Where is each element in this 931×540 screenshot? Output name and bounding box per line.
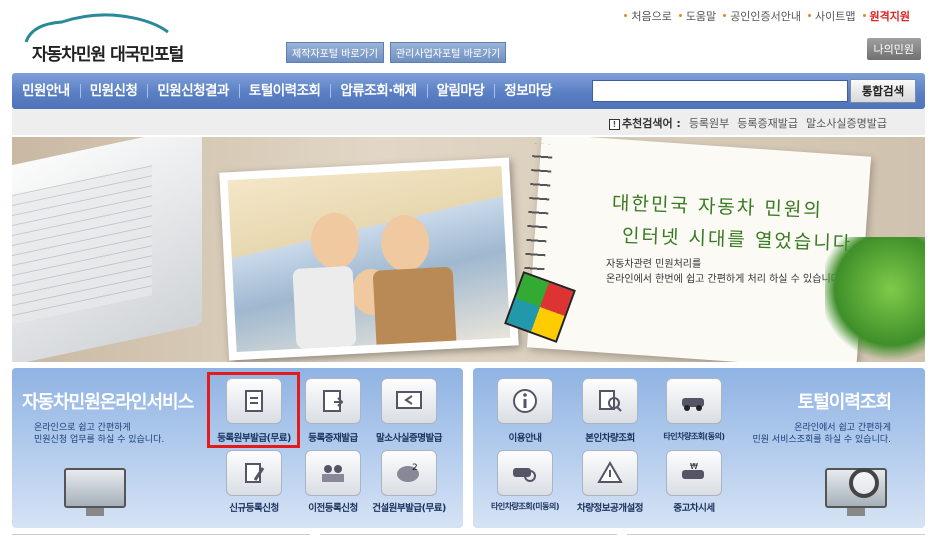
certificate-icon[interactable] xyxy=(381,378,437,424)
online-service-title: 자동차민원온라인서비스 xyxy=(22,392,194,413)
search-button[interactable]: 통합검색 xyxy=(850,79,916,103)
total-history-title: 토털이력조회 xyxy=(797,392,892,413)
tile-label[interactable]: 이전등록신청 xyxy=(308,500,358,514)
warning-icon[interactable] xyxy=(582,450,638,496)
tile-label[interactable]: 차량정보공개설정 xyxy=(577,500,643,514)
monitor-icon xyxy=(64,468,126,516)
top-link-home[interactable]: 처음으로 xyxy=(624,8,678,24)
top-link-sitemap[interactable]: 사이트맵 xyxy=(808,8,862,24)
main-banner: 대한민국 자동차 민원의 인터넷 시대를 열었습니다. 자동차관련 민원처리를 … xyxy=(12,137,925,362)
nav-civil-apply[interactable]: 민원신청 xyxy=(79,73,148,109)
online-service-desc-2: 민원신청 업무를 하실 수 있습니다. xyxy=(34,435,165,445)
maker-portal-button[interactable]: 제작자포털 바로가기 xyxy=(286,42,384,63)
search-input[interactable] xyxy=(592,80,848,102)
recommended-label: 추천검색어 : xyxy=(621,117,681,130)
nav-notice[interactable]: 알림마당 xyxy=(426,73,495,109)
tile-label[interactable]: 이용안내 xyxy=(509,430,542,444)
tile-label[interactable]: 타인차량조회(미동의) xyxy=(491,501,560,512)
recommended-term[interactable]: 말소사실증명발급 xyxy=(806,115,887,131)
nav-apply-result[interactable]: 민원신청결과 xyxy=(147,73,239,109)
laptop-illustration xyxy=(12,137,202,362)
recommended-term[interactable]: 등록원부 xyxy=(689,115,729,131)
nav-civil-guide[interactable]: 민원안내 xyxy=(12,73,80,109)
top-link-remote-support[interactable]: 원격지원 xyxy=(862,8,917,24)
car-consent-icon[interactable] xyxy=(666,378,722,424)
logo-text: 자동차민원 대국민포털 xyxy=(32,45,184,65)
alert-icon: ! xyxy=(608,119,620,130)
reissue-icon[interactable] xyxy=(305,378,361,424)
svg-text:₩: ₩ xyxy=(690,462,698,471)
nav-info[interactable]: 정보마당 xyxy=(494,73,562,109)
new-registration-icon[interactable] xyxy=(226,450,282,496)
tile-label[interactable]: 본인차량조회 xyxy=(585,430,635,444)
highlight-box xyxy=(207,372,300,448)
tile-label[interactable]: 중고차시세 xyxy=(673,500,715,514)
construction-icon[interactable]: 2 xyxy=(381,450,437,496)
tile-label[interactable]: 타인차량조회(동의) xyxy=(663,431,725,442)
transfer-icon[interactable] xyxy=(305,450,361,496)
family-photo xyxy=(219,157,519,361)
total-history-desc-2: 민원 서비스조회를 하실 수 있습니다. xyxy=(752,435,891,445)
site-logo[interactable]: 자동차민원 대국민포털 xyxy=(22,10,202,65)
my-car-search-icon[interactable] xyxy=(582,378,638,424)
my-civil-button[interactable]: 나의민원 xyxy=(866,38,921,60)
bottom-section-edges xyxy=(12,534,926,540)
used-car-price-icon[interactable]: ₩ xyxy=(666,450,722,496)
recommended-bar: ! 추천검색어 : 등록원부 등록증재발급 말소사실증명발급 xyxy=(12,109,925,135)
magnifier-icon xyxy=(849,468,879,498)
portal-buttons: 제작자포털 바로가기 관리사업자포털 바로가기 xyxy=(286,42,507,63)
nav-seizure[interactable]: 압류조회·해제 xyxy=(330,73,426,109)
banner-desc-1: 자동차관련 민원처리를 xyxy=(606,259,702,270)
main-nav: 민원안내 민원신청 민원신청결과 토털이력조회 압류조회·해제 알림마당 정보마… xyxy=(12,73,925,109)
top-link-help[interactable]: 도움말 xyxy=(678,8,723,24)
plant-illustration xyxy=(825,237,925,362)
recommended-term[interactable]: 등록증재발급 xyxy=(737,115,798,131)
banner-desc-2: 온라인에서 한번에 쉽고 간편하게 처리 하실 수 있습니다. xyxy=(606,274,844,285)
svg-text:2: 2 xyxy=(412,463,418,473)
tile-label[interactable]: 건설원부발급(무료) xyxy=(372,500,446,514)
tile-label[interactable]: 등록증재발급 xyxy=(308,430,358,444)
management-portal-button[interactable]: 관리사업자포털 바로가기 xyxy=(389,42,507,63)
tile-label[interactable]: 신규등록신청 xyxy=(229,500,279,514)
nav-total-history[interactable]: 토털이력조회 xyxy=(238,73,331,109)
info-icon[interactable] xyxy=(497,378,553,424)
car-outline-logo-icon xyxy=(24,13,169,43)
car-no-consent-icon[interactable] xyxy=(497,450,553,496)
top-link-cert-guide[interactable]: 공인인증서안내 xyxy=(723,8,808,24)
top-links: 처음으로 도움말 공인인증서안내 사이트맵 원격지원 xyxy=(624,8,917,24)
recommended-keywords: ! 추천검색어 : 등록원부 등록증재발급 말소사실증명발급 xyxy=(608,115,887,131)
tile-label[interactable]: 말소사실증명발급 xyxy=(376,430,442,444)
